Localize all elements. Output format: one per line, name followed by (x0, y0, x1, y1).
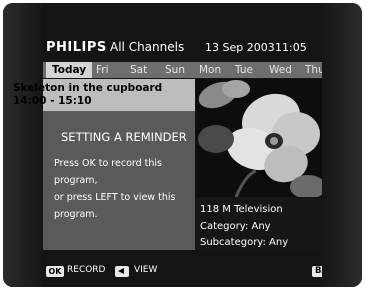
program-image (196, 79, 322, 197)
program-title: Skeleton in the cupboard (13, 82, 163, 94)
current-date: 13 Sep 2003 (205, 41, 275, 54)
day-tab-today[interactable]: Today (46, 62, 93, 78)
day-tab-thu[interactable]: Thu (305, 62, 325, 78)
details-category: Category: Any (200, 221, 271, 232)
flower-photo (196, 79, 322, 197)
channel-number: 118 (324, 41, 345, 54)
ok-key-icon[interactable]: OK (46, 266, 64, 277)
reminder-instructions: Press OK to record this program, or pres… (54, 155, 194, 223)
details-subcategory: Subcategory: Any (200, 237, 289, 248)
view-label: VIEW (134, 265, 158, 275)
record-label: RECORD (67, 265, 106, 275)
reminder-heading: SETTING A REMINDER (61, 130, 187, 144)
back-button[interactable]: BACK (312, 266, 344, 277)
brand-logo: PHILIPS (46, 40, 107, 55)
reminder-line-2: or press LEFT to view this (54, 192, 176, 203)
day-tab-wed[interactable]: Wed (269, 62, 292, 78)
channel-filter-title: All Channels (110, 40, 185, 54)
current-time: 11:05 (275, 41, 307, 54)
day-tab-mon[interactable]: Mon (199, 62, 221, 78)
reminder-line-1: Press OK to record this program, (54, 158, 163, 186)
program-time: 14:00 - 15:10 (13, 95, 92, 107)
day-tab-fri[interactable]: Fri (96, 62, 109, 78)
day-tab-sun[interactable]: Sun (165, 62, 185, 78)
day-tab-sat[interactable]: Sat (130, 62, 147, 78)
tv-guide-screen: PHILIPS All Channels 13 Sep 2003 11:05 1… (3, 3, 362, 287)
reminder-line-3: program. (54, 209, 98, 220)
day-selector: Today Fri Sat Sun Mon Tue Wed Thu (43, 62, 325, 78)
day-tab-tue[interactable]: Tue (235, 62, 253, 78)
left-arrow-icon[interactable] (115, 266, 129, 277)
details-channel: 118 M Television (200, 204, 283, 215)
